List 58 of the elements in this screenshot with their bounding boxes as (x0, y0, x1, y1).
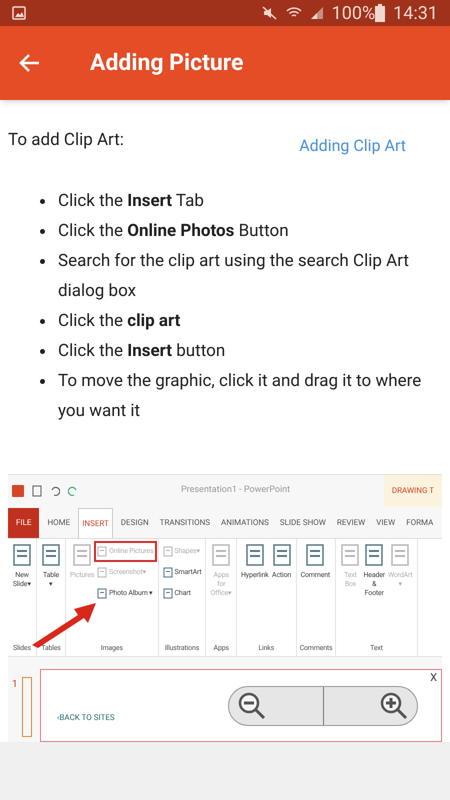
zoom-in-icon (379, 690, 410, 720)
document-icon (244, 543, 265, 567)
mute-icon (262, 6, 278, 20)
image-icon (12, 6, 26, 20)
step-text: Click the Insert button (58, 340, 226, 363)
bullet-icon (40, 379, 45, 384)
bullet-icon (40, 349, 45, 354)
document-icon (97, 588, 108, 599)
document-icon (97, 546, 108, 557)
document-icon (12, 543, 32, 567)
document-icon (41, 543, 61, 567)
bullet-icon (40, 199, 45, 204)
slide-number: 1 (11, 678, 18, 692)
document-icon (162, 588, 173, 599)
battery-icon (375, 4, 386, 22)
document-icon (305, 543, 326, 567)
document-icon (364, 543, 384, 567)
step-text: Click the Online Photos Button (58, 220, 289, 243)
zoom-out-icon (237, 690, 268, 720)
ribbon-tab[interactable]: FORMA (403, 508, 436, 538)
ribbon-tab[interactable]: REVIEW (334, 508, 368, 538)
window-title: Presentation1 - PowerPoint (181, 484, 290, 498)
ribbon-tab[interactable]: DESIGN (118, 508, 152, 538)
signal-icon (310, 6, 324, 20)
ribbon-tab[interactable]: VIEW (373, 508, 398, 538)
document-icon (72, 543, 92, 567)
close-button[interactable]: X (426, 670, 441, 686)
document-icon (162, 567, 173, 578)
step-text: To move the graphic, click it and drag it to where you want it (58, 370, 422, 423)
undo-icon (50, 486, 60, 496)
app-logo-icon (12, 484, 24, 498)
bullet-icon (40, 319, 45, 324)
bullet-icon (40, 229, 45, 234)
document-icon (340, 543, 360, 567)
step-text: Click the clip art (58, 310, 180, 333)
ribbon-tab[interactable]: SLIDE SHOW (276, 508, 329, 538)
contextual-tab-label: DRAWING T (384, 475, 442, 507)
back-arrow-icon (19, 53, 41, 73)
ribbon-tab[interactable]: HOME (44, 508, 74, 538)
screen-title: Adding Picture (90, 48, 244, 78)
document-icon (390, 543, 410, 567)
step-text: Click the Insert Tab (58, 190, 204, 213)
document-icon (162, 546, 173, 557)
battery-percent: 100% (332, 2, 376, 26)
ribbon-tab[interactable]: ANIMATIONS (218, 508, 272, 538)
back-link[interactable]: ‹BACK TO SITES (57, 712, 115, 724)
clock: 14:31 (393, 2, 438, 26)
document-icon (97, 567, 108, 578)
bullet-icon (40, 259, 45, 264)
file-tab[interactable]: FILE (8, 508, 40, 538)
document-icon (272, 543, 292, 567)
intro-text: To add Clip Art: (8, 129, 124, 152)
save-icon (32, 485, 42, 497)
ribbon-tab[interactable]: TRANSITIONS (156, 508, 214, 538)
ribbon-tab[interactable]: INSERT (78, 508, 113, 538)
redo-icon (68, 486, 78, 496)
slide-thumbnail (22, 677, 32, 737)
document-icon (211, 543, 232, 567)
